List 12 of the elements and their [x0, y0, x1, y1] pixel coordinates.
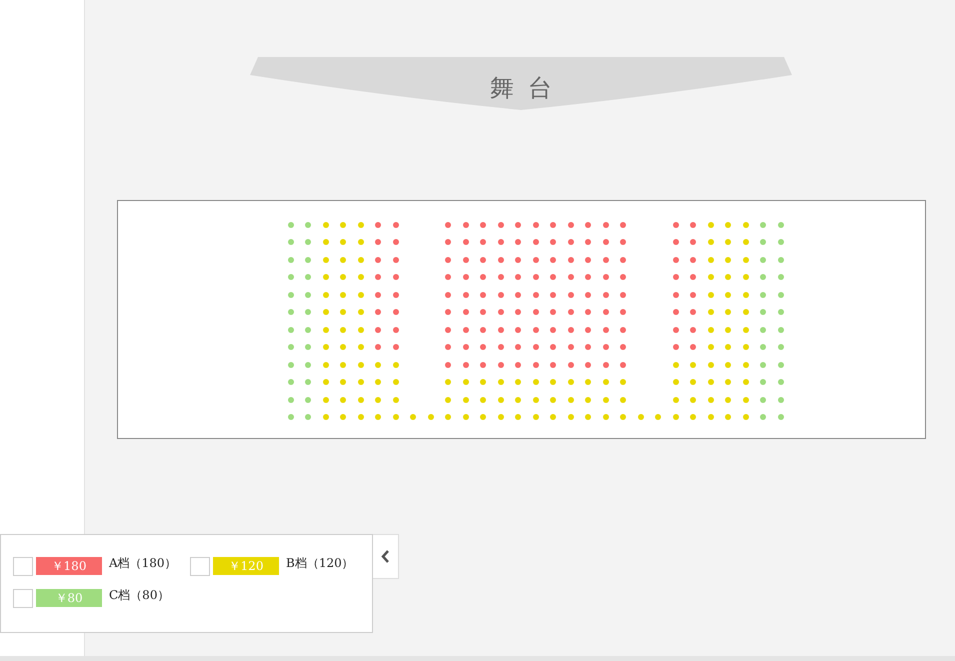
price-tag: ￥120: [213, 557, 279, 575]
checkbox[interactable]: [190, 557, 210, 576]
checkbox[interactable]: [13, 557, 33, 576]
collapse-button[interactable]: [373, 534, 399, 579]
stage-label: 舞台: [488, 73, 567, 103]
checkbox[interactable]: [13, 589, 33, 608]
tier-label: A档（180）: [109, 555, 177, 571]
tier-label: B档（120）: [286, 555, 354, 571]
price-tag: ￥180: [36, 557, 102, 575]
chevron-left-icon: [381, 550, 390, 563]
price-tag: ￥80: [36, 589, 102, 607]
tier-label: C档（80）: [109, 587, 170, 603]
